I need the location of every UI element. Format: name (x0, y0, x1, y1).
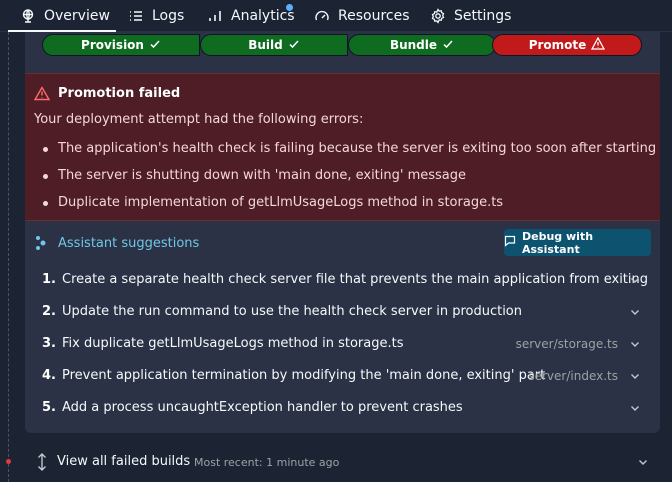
button-label: Debug with Assistant (522, 229, 594, 256)
deployment-card: Provision Build Bundle Promote Promotion… (25, 32, 660, 433)
suggestion-number: 5. (42, 400, 56, 415)
error-item: The application's health check is failin… (43, 141, 660, 156)
check-icon (442, 38, 454, 53)
suggestion-item[interactable]: 4. Prevent application termination by mo… (25, 360, 660, 392)
step-build[interactable]: Build (200, 34, 348, 56)
tab-analytics[interactable]: Analytics (207, 0, 295, 32)
most-recent-label: Most recent: 1 minute ago (194, 456, 340, 469)
tab-settings[interactable]: Settings (430, 0, 511, 32)
suggestion-file: server/storage.ts (515, 337, 618, 351)
suggestion-number: 4. (42, 368, 56, 383)
tab-resources[interactable]: Resources (314, 0, 410, 32)
tab-label: Overview (44, 8, 110, 24)
assistant-title: Assistant suggestions (58, 236, 200, 251)
chevron-down-icon (631, 374, 639, 379)
timeline-line (8, 32, 9, 482)
expand-vertical-icon (38, 453, 46, 471)
list-icon (128, 8, 144, 24)
chat-icon (504, 235, 516, 250)
error-subtitle: Your deployment attempt had the followin… (34, 112, 364, 127)
step-bundle[interactable]: Bundle (348, 34, 496, 56)
view-failed-builds-row[interactable]: View all failed builds Most recent: 1 mi… (25, 445, 660, 479)
gauge-icon (314, 8, 330, 24)
tab-logs[interactable]: Logs (128, 0, 184, 32)
suggestion-text: Add a process uncaughtException handler … (62, 400, 463, 415)
bar-chart-icon (207, 8, 223, 24)
tab-label: Analytics (231, 8, 295, 24)
suggestion-file: server/index.ts (528, 369, 618, 383)
warning-icon (33, 86, 51, 105)
suggestion-text: Prevent application termination by modif… (62, 368, 546, 383)
suggestion-number: 3. (42, 336, 56, 351)
chevron-down-icon (639, 460, 647, 465)
step-label: Build (248, 38, 283, 52)
step-provision[interactable]: Provision (42, 34, 200, 56)
check-icon (288, 38, 300, 53)
suggestion-number: 1. (42, 272, 56, 287)
chevron-down-icon (631, 310, 639, 315)
suggestion-item[interactable]: 2. Update the run command to use the hea… (25, 296, 660, 328)
step-label: Provision (81, 38, 144, 52)
warning-icon (591, 36, 606, 53)
tab-label: Resources (338, 8, 410, 24)
top-nav: Overview Logs Analytics Resources Settin… (0, 0, 672, 32)
tab-overview[interactable]: Overview (20, 0, 110, 32)
step-label: Promote (528, 38, 587, 52)
error-title: Promotion failed (58, 86, 181, 101)
error-item: The server is shutting down with 'main d… (42, 168, 467, 183)
step-promote[interactable]: Promote (492, 34, 642, 56)
chevron-down-icon (631, 342, 639, 347)
debug-with-assistant-button[interactable]: Debug with Assistant (504, 229, 651, 256)
suggestion-number: 2. (42, 304, 56, 319)
check-icon (149, 38, 161, 53)
tab-label: Logs (152, 8, 185, 24)
error-panel: Promotion failed Your deployment attempt… (25, 73, 660, 221)
suggestion-item[interactable]: 1. Create a separate health check server… (25, 264, 660, 296)
gear-icon (430, 8, 446, 24)
step-label: Bundle (389, 38, 438, 52)
chevron-down-icon (631, 278, 639, 283)
suggestion-item[interactable]: 3. Fix duplicate getLlmUsageLogs method … (25, 328, 660, 360)
view-failed-builds-label: View all failed builds (57, 454, 191, 469)
timeline-dot (6, 459, 11, 464)
suggestion-item[interactable]: 5. Add a process uncaughtException handl… (25, 392, 660, 424)
suggestion-text: Create a separate health check server fi… (62, 272, 649, 287)
pipeline-steps: Provision Build Bundle Promote (42, 34, 642, 56)
error-item: Duplicate implementation of getLlmUsageL… (42, 195, 504, 210)
assistant-icon (35, 235, 49, 255)
suggestion-text: Update the run command to use the health… (62, 304, 522, 319)
chevron-down-icon (631, 406, 639, 411)
notification-dot (286, 4, 293, 11)
suggestion-text: Fix duplicate getLlmUsageLogs method in … (62, 336, 404, 351)
tab-label: Settings (454, 8, 512, 24)
globe-icon (20, 8, 36, 24)
